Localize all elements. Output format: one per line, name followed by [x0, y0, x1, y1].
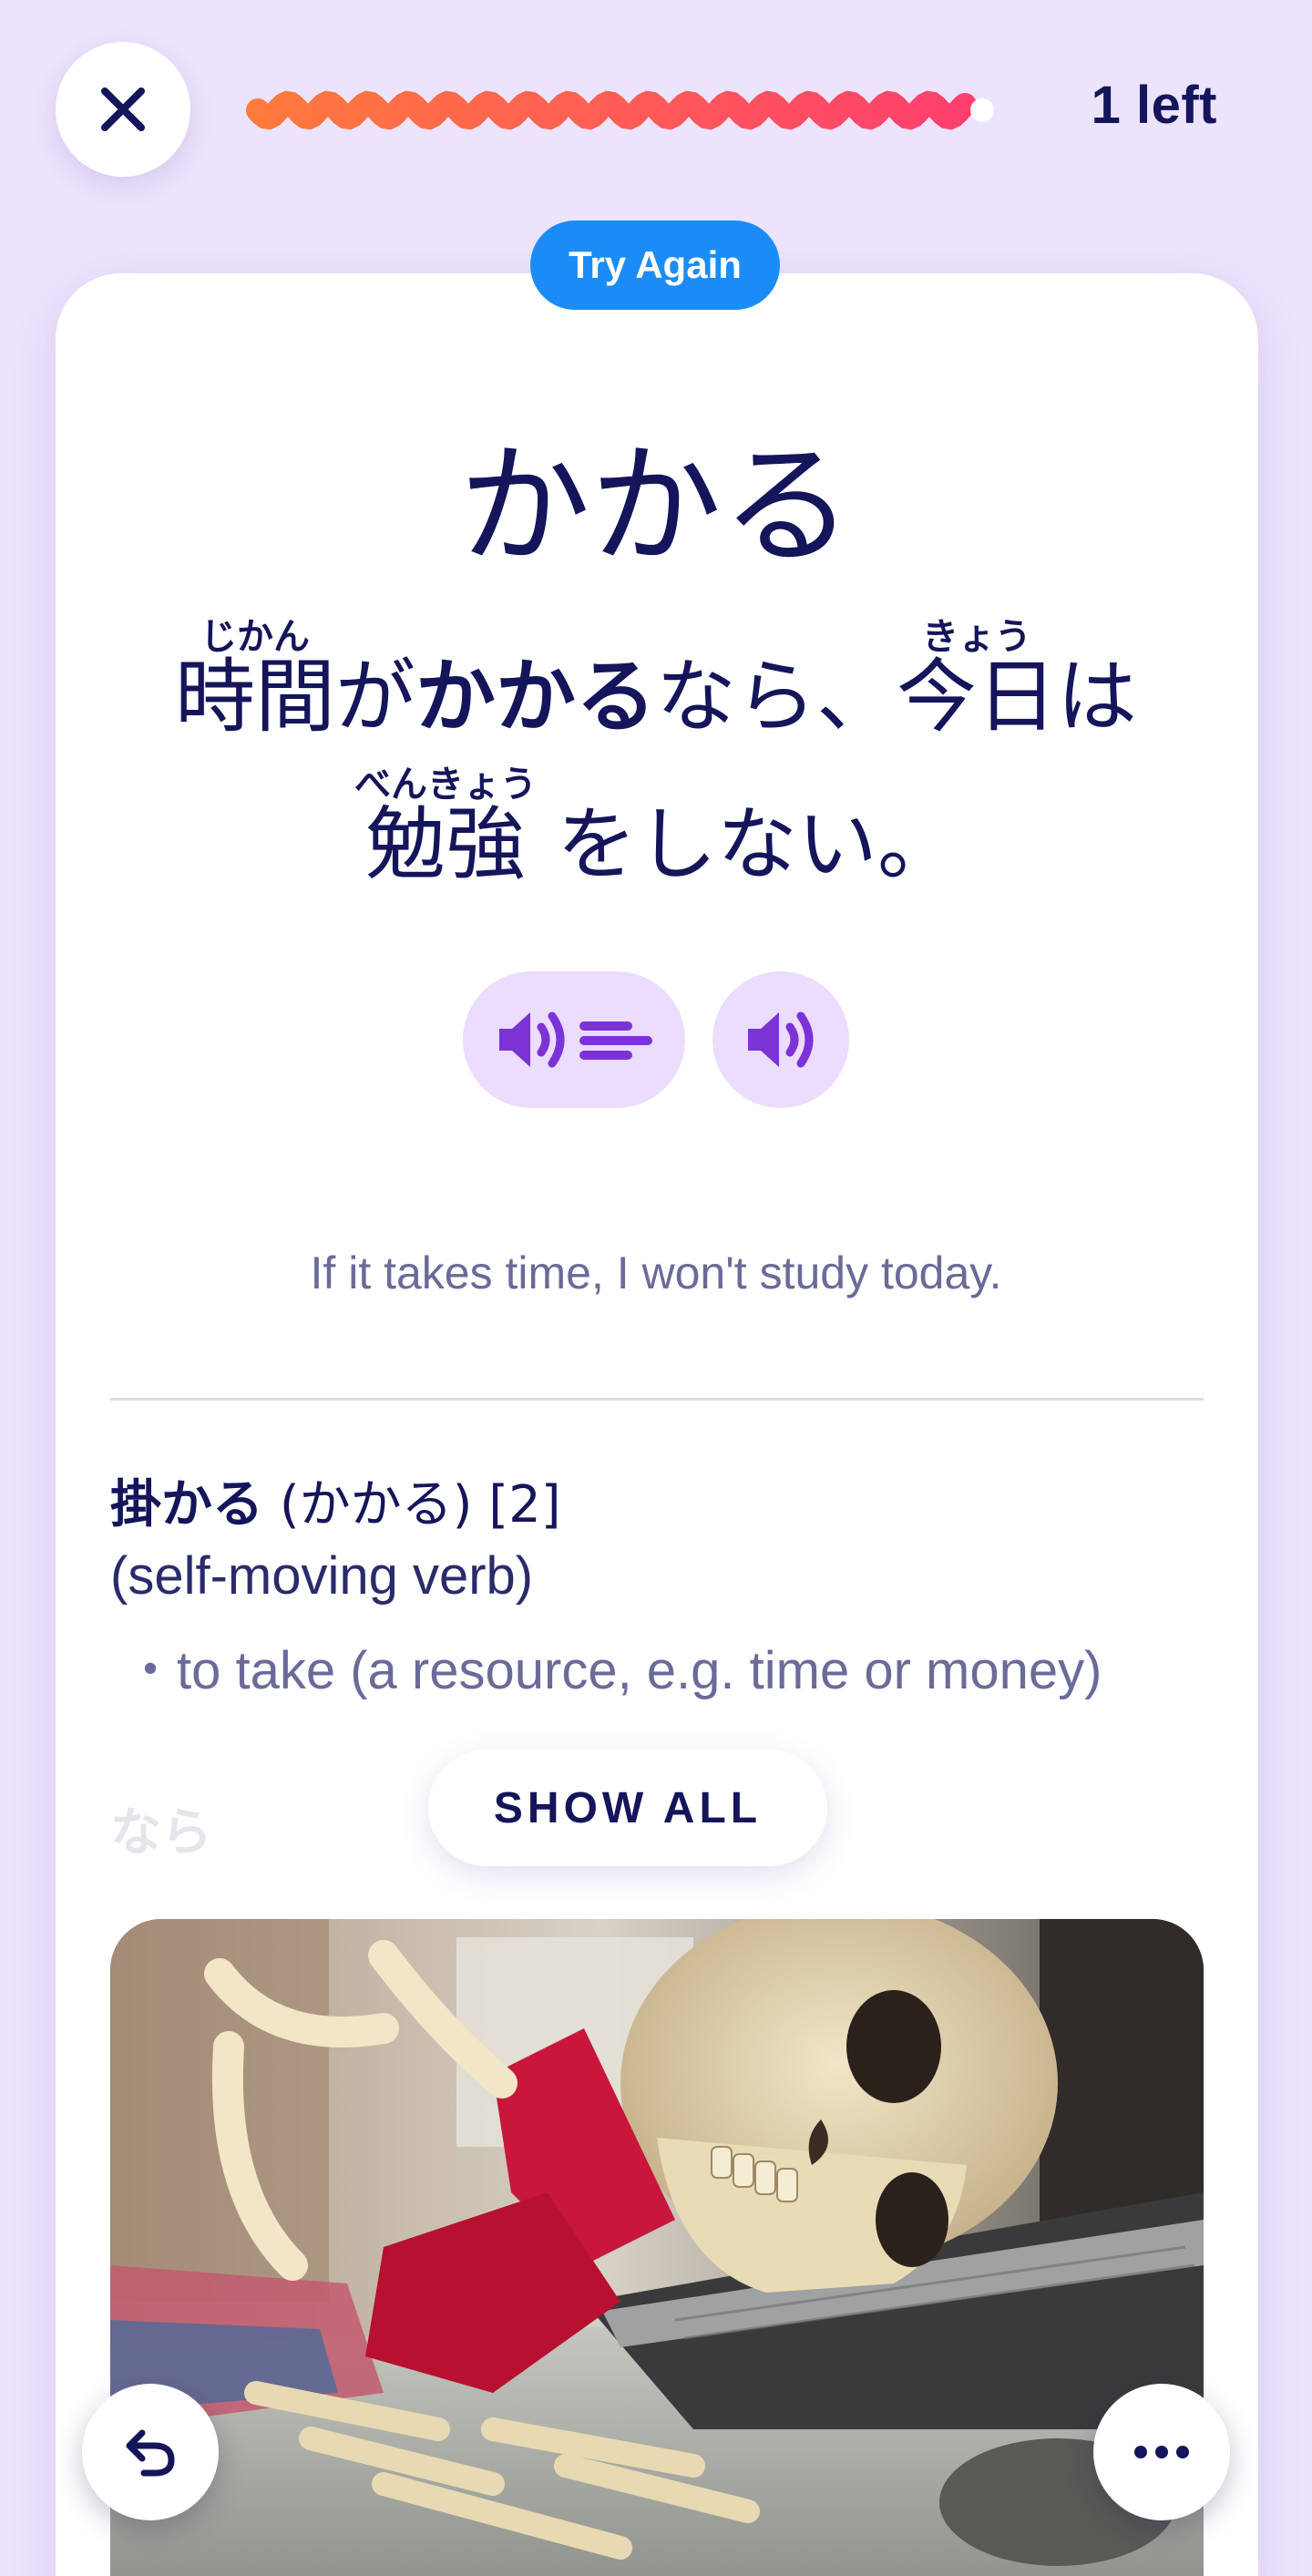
speaker-slow-icon	[499, 1011, 652, 1068]
skeleton-at-desk-photo	[110, 1919, 1204, 2576]
try-again-badge: Try Again	[530, 221, 780, 310]
word-jikan: 時間じかん	[174, 616, 335, 744]
next-entry-heading: なら	[110, 1803, 212, 1863]
entry-reading: (かかる) [2]	[279, 1475, 561, 1534]
play-audio-button[interactable]	[712, 971, 849, 1108]
entry-kanji: 掛かる	[110, 1475, 263, 1534]
entry-word-type: (self-moving verb)	[110, 1546, 534, 1606]
speaker-icon	[748, 1011, 814, 1068]
example-sentence-line-1: 時間じかんがかかるなら、今日きょうは	[174, 616, 1138, 744]
undo-button[interactable]	[82, 2384, 219, 2520]
dictionary-entry-heading: 掛かる (かかる) [2]	[110, 1463, 561, 1537]
furigana: じかん	[174, 616, 335, 658]
word-benkyou: 勉強べんきょう	[354, 764, 537, 891]
remaining-count: 1 left	[1091, 76, 1217, 135]
more-options-button[interactable]	[1093, 2384, 1230, 2520]
progress-remaining	[970, 98, 994, 122]
progress-bar	[246, 90, 994, 130]
example-photo	[110, 1919, 1204, 2576]
furigana: きょう	[897, 616, 1058, 658]
undo-icon	[126, 2429, 175, 2477]
furigana: べんきょう	[354, 764, 537, 806]
word-kyou: 今日きょう	[897, 616, 1058, 744]
play-slow-audio-button[interactable]	[463, 971, 685, 1108]
headword: かかる	[458, 429, 853, 582]
progress-fill	[246, 90, 977, 130]
more-dots-icon	[1134, 2446, 1189, 2458]
divider	[110, 1398, 1204, 1401]
show-all-button[interactable]: SHOW ALL	[428, 1750, 827, 1866]
close-button[interactable]	[56, 42, 190, 177]
target-word: かかる	[415, 650, 656, 744]
example-sentence-line-2: 勉強べんきょう をしない。	[354, 764, 958, 891]
close-icon	[101, 87, 145, 131]
translation-text: If it takes time, I won't study today.	[310, 1247, 1002, 1298]
entry-definition: ・to take (a resource, e.g. time or money…	[124, 1641, 1102, 1700]
